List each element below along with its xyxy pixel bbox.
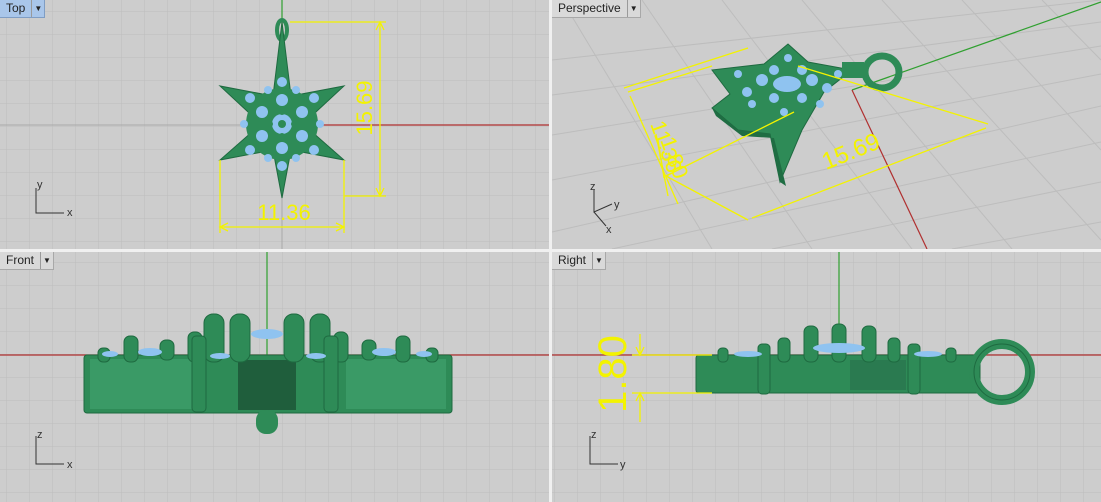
tab-perspective[interactable]: Perspective ▼ xyxy=(552,0,641,18)
viewport-perspective[interactable]: 11.36 1.80 15.69 z y x Perspective ▼ xyxy=(552,0,1101,249)
tab-top[interactable]: Top ▼ xyxy=(0,0,46,18)
svg-text:x: x xyxy=(606,224,612,236)
viewport-title-front: Front xyxy=(6,253,35,267)
svg-text:z: z xyxy=(591,429,597,441)
svg-text:z: z xyxy=(37,429,43,441)
svg-text:y: y xyxy=(620,459,626,471)
tab-front[interactable]: Front ▼ xyxy=(0,252,55,270)
chevron-down-icon[interactable]: ▼ xyxy=(626,0,640,17)
tab-right[interactable]: Right ▼ xyxy=(552,252,607,270)
viewport-title-right: Right xyxy=(558,253,587,267)
viewport-title-top: Top xyxy=(6,1,26,15)
chevron-down-icon[interactable]: ▼ xyxy=(592,252,605,269)
chevron-down-icon[interactable]: ▼ xyxy=(40,252,53,269)
svg-text:y: y xyxy=(37,179,43,191)
front-view-canvas[interactable]: z x xyxy=(0,252,549,502)
svg-text:x: x xyxy=(67,207,73,219)
svg-text:y: y xyxy=(614,199,620,211)
viewport-title-perspective: Perspective xyxy=(558,1,621,15)
chevron-down-icon[interactable]: ▼ xyxy=(31,0,44,17)
top-view-canvas[interactable]: 11.36 15.69 y x xyxy=(0,0,549,249)
dimension-thickness-label: 1.80 xyxy=(591,335,635,413)
svg-text:z: z xyxy=(590,181,596,193)
viewport-top[interactable]: 11.36 15.69 y x Top ▼ xyxy=(0,0,549,249)
viewport-right[interactable]: 1.80 z y Right ▼ xyxy=(552,252,1101,502)
dimension-height-label: 15.69 xyxy=(352,80,377,135)
dimension-width-label: 11.36 xyxy=(257,200,310,225)
right-view-canvas[interactable]: 1.80 z y xyxy=(552,252,1101,502)
perspective-view-canvas[interactable]: 11.36 1.80 15.69 z y x xyxy=(552,0,1101,249)
svg-text:x: x xyxy=(67,459,73,471)
viewport-front[interactable]: z x Front ▼ xyxy=(0,252,549,502)
